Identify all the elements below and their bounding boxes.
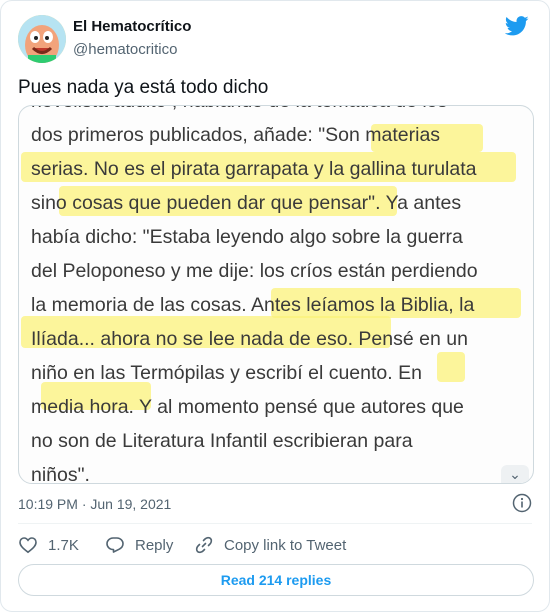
reply-button[interactable]: Reply [105,534,173,556]
like-count: 1.7K [48,536,79,554]
avatar[interactable] [18,15,66,63]
media-text-line: serias. No es el pirata garrapata y la g… [31,158,477,180]
chevron-down-icon: ⌄ [501,465,529,483]
reply-label: Reply [135,536,174,554]
tweet-card: El Hematocrítico @hematocritico Pues nad… [0,0,550,612]
twitter-bird-icon[interactable] [505,16,529,36]
media-text-line: había dicho: "Estaba leyendo algo sobre … [31,226,463,248]
tweet-timestamp[interactable]: 10:19 PM · Jun 19, 2021 [18,496,171,512]
tweet-text: Pues nada ya está todo dicho [18,77,269,98]
author-handle[interactable]: @hematocritico [73,41,177,58]
heart-icon [19,537,37,554]
link-icon [195,536,213,554]
tweet-media-image[interactable]: novelista adulto , hablando de la temáti… [18,105,534,484]
reply-icon [106,537,124,553]
media-text-line: media hora. Y al momento pensé que autor… [31,396,464,418]
media-text-line: niños". [31,464,90,484]
media-text-block: novelista adulto , hablando de la temáti… [31,106,531,484]
media-text-line: sino cosas que pueden dar que pensar". Y… [31,192,462,214]
divider [18,523,532,524]
like-button[interactable]: 1.7K [18,534,79,556]
copy-link-button[interactable]: Copy link to Tweet [194,534,346,556]
avatar-image [18,15,66,63]
author-name[interactable]: El Hematocrítico [73,18,191,35]
info-icon[interactable] [512,493,532,513]
read-replies-button[interactable]: Read 214 replies [18,564,534,596]
media-text-line: Ilíada... ahora no se lee nada de eso. P… [31,328,468,350]
media-text-line: dos primeros publicados, añade: "Son mat… [31,124,441,146]
media-text-line: la memoria de las cosas. Antes leíamos l… [31,294,475,316]
media-text-line: no son de Literatura Infantil escribiera… [31,430,413,452]
media-text-line: novelista adulto , hablando de la temáti… [31,106,531,118]
copy-link-label: Copy link to Tweet [224,536,347,554]
media-text-line: niño en las Termópilas y escribí el cuen… [31,362,422,384]
media-text-line: del Peloponeso y me dije: los críos está… [31,260,478,282]
